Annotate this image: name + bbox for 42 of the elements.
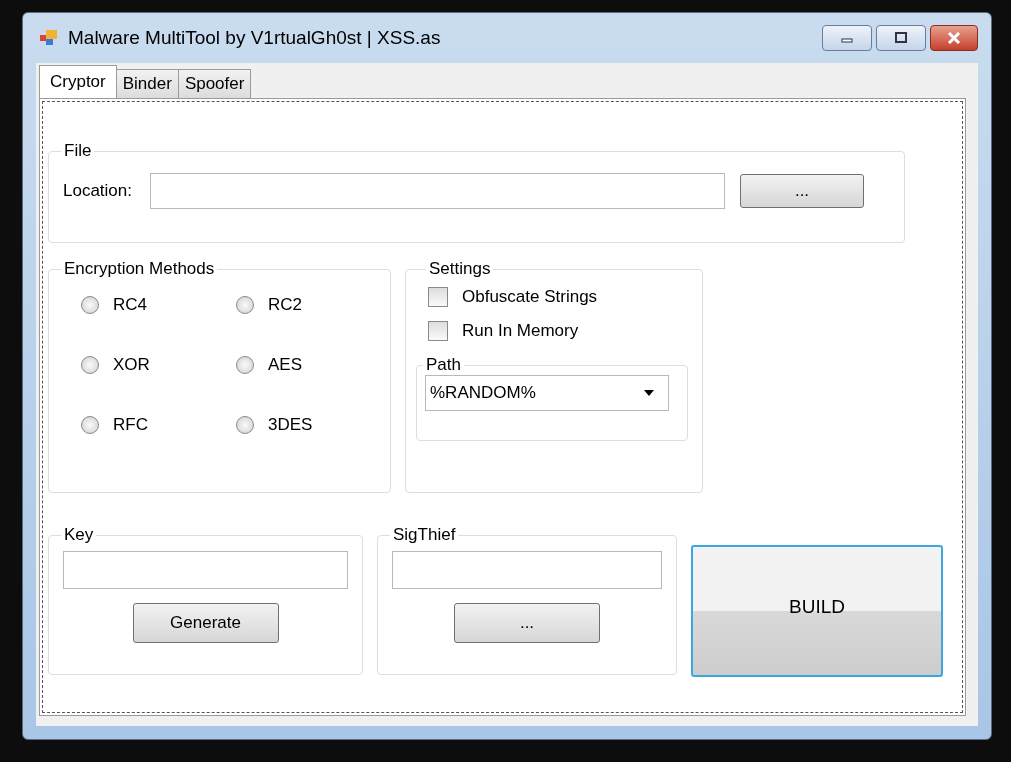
- tab[interactable]: Binder: [115, 69, 179, 98]
- sigthief-field[interactable]: [392, 551, 662, 589]
- build-button[interactable]: BUILD: [691, 545, 943, 677]
- tab[interactable]: Cryptor: [39, 65, 117, 98]
- location-field[interactable]: [150, 173, 725, 209]
- close-icon: [946, 32, 962, 44]
- checkbox[interactable]: [428, 321, 448, 341]
- radio-button[interactable]: [81, 416, 99, 434]
- radio-button[interactable]: [81, 356, 99, 374]
- maximize-icon: [894, 32, 908, 44]
- key-field[interactable]: [63, 551, 348, 589]
- radio-button[interactable]: [236, 296, 254, 314]
- browse-button[interactable]: ...: [740, 174, 864, 208]
- checkbox[interactable]: [428, 287, 448, 307]
- generate-button[interactable]: Generate: [132, 603, 279, 643]
- option-label: 3DES: [268, 415, 313, 435]
- option-label: Obfuscate Strings: [462, 287, 598, 307]
- radio-button[interactable]: [81, 296, 99, 314]
- minimize-button[interactable]: [822, 25, 872, 51]
- window-title: Malware MultiTool by V1rtualGh0st | XSS.as: [68, 27, 442, 49]
- group-title: SigThief: [392, 525, 457, 545]
- close-button[interactable]: [930, 25, 978, 51]
- option-label: RC4: [113, 295, 147, 315]
- option-label: XOR: [113, 355, 150, 375]
- maximize-button[interactable]: [876, 25, 926, 51]
- app-icon: [40, 30, 58, 46]
- radio-button[interactable]: [236, 356, 254, 374]
- option-label: RFC: [113, 415, 148, 435]
- location-label: Location:: [63, 181, 132, 201]
- tab[interactable]: Spoofer: [177, 69, 252, 98]
- group-title: Encryption Methods: [63, 259, 216, 279]
- dropdown-arrow-icon: [644, 390, 654, 396]
- option-label: AES: [268, 355, 303, 375]
- radio-button[interactable]: [236, 416, 254, 434]
- path-dropdown[interactable]: %RANDOM%: [425, 375, 669, 411]
- group-title: Settings: [428, 259, 492, 279]
- group-title: Key: [63, 525, 95, 545]
- option-label: RC2: [268, 295, 302, 315]
- browse-button[interactable]: ...: [454, 603, 600, 643]
- option-label: Run In Memory: [462, 321, 579, 341]
- group-title: File: [63, 141, 93, 161]
- group-title: Path: [425, 355, 462, 375]
